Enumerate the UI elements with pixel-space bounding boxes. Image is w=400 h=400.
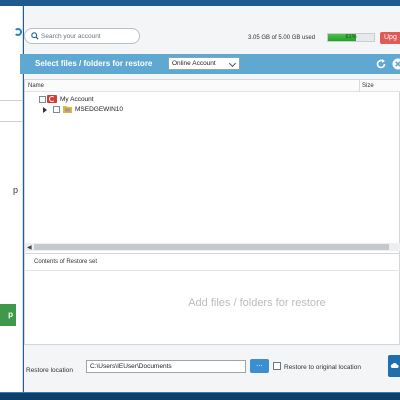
restore-location-label: Restore location	[26, 367, 73, 374]
refresh-icon[interactable]	[375, 58, 387, 70]
page-title: Select files / folders for restore	[35, 59, 153, 68]
storage-usage-text: 3.05 GB of 5.00 GB used	[248, 35, 316, 41]
restore-location-bar: Restore location ... Restore to original…	[24, 345, 400, 392]
storage-usage-percent: 61%	[345, 34, 357, 40]
scroll-left-icon[interactable]: ◀	[27, 244, 32, 251]
account-icon	[47, 95, 57, 103]
sidebar-divider	[0, 121, 23, 122]
app-logo-icon	[14, 28, 22, 36]
sidebar-divider	[0, 100, 23, 101]
main-panel: 3.05 GB of 5.00 GB used 61% Upg Select f…	[20, 6, 400, 392]
top-bar: 3.05 GB of 5.00 GB used 61% Upg	[24, 6, 400, 54]
cloud-icon	[390, 363, 399, 368]
upgrade-button[interactable]: Upg	[380, 32, 400, 44]
source-select[interactable]: Online Account	[168, 57, 240, 70]
column-size[interactable]: Size	[359, 80, 374, 92]
tree-item-label: My Account	[60, 96, 94, 103]
tree-column-header: Name Size	[25, 80, 400, 92]
source-select-value: Online Account	[172, 60, 216, 67]
storage-usage-bar: 61%	[327, 33, 375, 42]
restore-set-placeholder: Add files / folders for restore	[188, 297, 326, 309]
close-icon[interactable]	[392, 58, 400, 70]
column-name[interactable]: Name	[28, 83, 44, 89]
chevron-down-icon	[228, 59, 237, 68]
restore-button[interactable]	[388, 355, 400, 377]
sidebar-item-label[interactable]: p	[13, 185, 18, 195]
divider	[25, 270, 400, 271]
search-input[interactable]	[41, 31, 135, 42]
tree-checkbox[interactable]	[39, 96, 46, 103]
restore-original-label: Restore to original location	[284, 364, 361, 371]
taskbar	[0, 392, 400, 400]
restore-original-checkbox[interactable]	[273, 362, 281, 370]
tree-checkbox[interactable]	[53, 106, 60, 113]
tree-item-label: MSEDGEWIN10	[75, 106, 124, 113]
restore-location-input[interactable]	[86, 360, 246, 373]
browse-button[interactable]: ...	[250, 359, 269, 373]
folder-icon	[63, 106, 72, 113]
restore-set-panel: Contents of Restore set Add files / fold…	[24, 253, 400, 345]
scrollbar-thumb[interactable]	[34, 244, 389, 250]
restore-set-label: Contents of Restore set	[34, 259, 98, 265]
file-tree: Name Size My Account MSEDGEWIN10 ◀	[24, 79, 400, 257]
search-box[interactable]	[24, 28, 140, 44]
sidebar-backup-button[interactable]: p	[0, 304, 16, 326]
horizontal-scrollbar[interactable]: ◀	[25, 243, 400, 251]
restore-header: Select files / folders for restore Onlin…	[20, 54, 400, 74]
search-icon	[31, 32, 39, 40]
expand-arrow-icon[interactable]	[43, 107, 47, 113]
